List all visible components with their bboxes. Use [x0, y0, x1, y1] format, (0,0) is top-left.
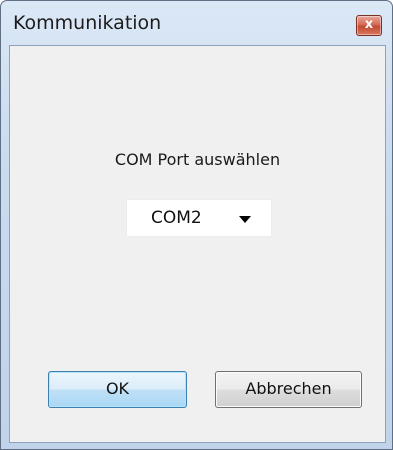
- cancel-button[interactable]: Abbrechen: [215, 371, 362, 408]
- title-bar[interactable]: Kommunikation x: [1, 1, 392, 45]
- dialog-window: Kommunikation x COM Port auswählen COM2 …: [0, 0, 393, 450]
- ok-button[interactable]: OK: [48, 371, 187, 408]
- com-port-selected-value: COM2: [151, 208, 202, 228]
- close-icon: x: [364, 17, 374, 32]
- window-title: Kommunikation: [13, 12, 162, 34]
- com-port-select[interactable]: COM2: [126, 199, 272, 237]
- com-port-prompt: COM Port auswählen: [114, 150, 281, 169]
- dialog-content: COM Port auswählen COM2 OK Abbrechen: [9, 45, 386, 443]
- close-button[interactable]: x: [356, 15, 382, 36]
- chevron-down-icon[interactable]: [239, 216, 251, 223]
